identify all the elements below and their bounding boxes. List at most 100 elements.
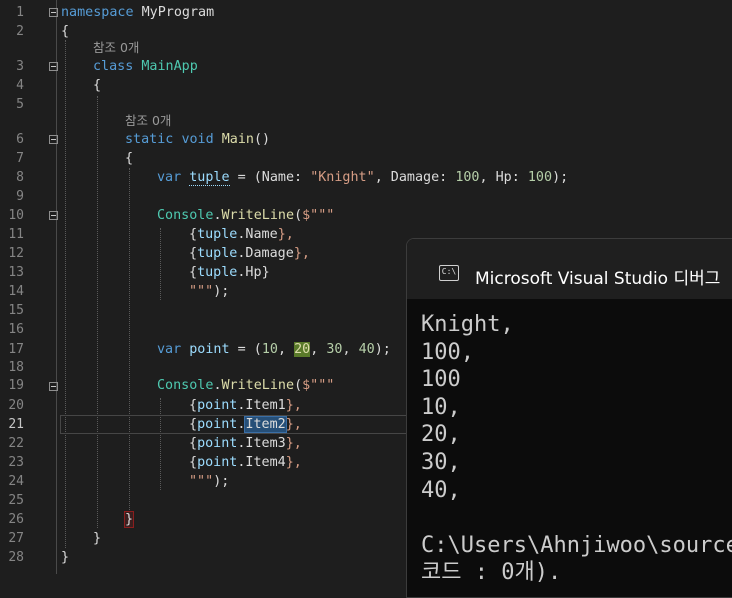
code-line-27[interactable]: } — [93, 529, 101, 548]
line-number: 27 — [8, 531, 24, 546]
interpolation-brace: { — [189, 227, 198, 242]
code-text: ( — [294, 378, 303, 393]
line-number: 17 — [8, 342, 24, 357]
variable-name: point — [197, 417, 238, 432]
line-number: 2 — [16, 24, 24, 39]
code-line-3[interactable]: class MainApp — [93, 57, 198, 76]
keyword: class — [93, 59, 134, 74]
member-name: .Hp — [237, 265, 262, 280]
console-output-line: 10, — [421, 394, 461, 420]
line-number: 3 — [16, 59, 24, 74]
member-name: .Name — [237, 227, 278, 242]
line-number: 5 — [16, 97, 24, 112]
line-number: 25 — [8, 493, 24, 508]
code-line-21[interactable]: {point.Item2}, — [189, 415, 302, 434]
variable-name: point — [197, 436, 238, 451]
console-output-line: C:\Users\Ahnjiwoo\source — [421, 532, 732, 558]
fold-toggle-icon[interactable] — [49, 135, 58, 144]
fold-toggle-icon[interactable] — [49, 62, 58, 71]
debug-console-window[interactable]: C:\ Microsoft Visual Studio 디버그 Knight, 1… — [406, 238, 732, 598]
code-line-28[interactable]: } — [61, 548, 69, 567]
code-text: , — [310, 342, 327, 357]
line-number: 18 — [8, 360, 24, 375]
code-line-14[interactable]: """); — [189, 282, 229, 301]
fold-toggle-icon[interactable] — [49, 211, 58, 220]
console-output-line: Knight, — [421, 312, 514, 337]
code-text: , — [277, 342, 295, 357]
interpolation-brace: { — [189, 417, 198, 432]
code-line-13[interactable]: {tuple.Hp} — [189, 263, 270, 282]
code-line-11[interactable]: {tuple.Name}, — [189, 225, 294, 244]
interpolation-close: }, — [285, 455, 302, 470]
interpolation-brace: { — [189, 246, 198, 261]
interpolation-close: }, — [285, 398, 302, 413]
code-line-23[interactable]: {point.Item4}, — [189, 453, 302, 472]
string-literal: """ — [189, 474, 214, 489]
code-text: ); — [374, 342, 391, 357]
method-name: WriteLine — [221, 208, 295, 223]
code-text: . — [213, 208, 222, 223]
method-name: Main — [221, 132, 254, 147]
variable-name: point — [197, 398, 238, 413]
interpolation-close: }, — [285, 436, 302, 451]
member-name: .Item3 — [237, 436, 286, 451]
number-literal: 100 — [527, 170, 553, 185]
indent-guide — [160, 228, 161, 300]
code-text: () — [254, 132, 271, 147]
code-line-2[interactable]: { — [61, 22, 69, 41]
highlighted-number-literal: 20 — [294, 342, 311, 357]
line-number: 6 — [16, 132, 24, 147]
class-name: Console — [157, 208, 214, 223]
interpolation-close: }, — [293, 246, 310, 261]
interpolation-brace: { — [189, 265, 198, 280]
line-number: 21 — [8, 417, 24, 432]
line-number: 28 — [8, 550, 24, 565]
keyword: var — [157, 170, 182, 185]
code-text: , Damage: — [374, 170, 456, 185]
code-text: = ( — [229, 342, 262, 357]
code-text: , Hp: — [479, 170, 528, 185]
line-number: 13 — [8, 265, 24, 280]
line-number: 15 — [8, 303, 24, 318]
code-text: ); — [213, 474, 230, 489]
console-output-line: 30, — [421, 449, 461, 475]
reference-count-label[interactable]: 참조 0개 — [125, 111, 171, 130]
fold-toggle-icon[interactable] — [49, 382, 58, 391]
code-line-20[interactable]: {point.Item1}, — [189, 396, 302, 415]
code-line-17[interactable]: var point = (10, 20, 30, 40); — [157, 340, 391, 359]
console-output-line: 20, — [421, 422, 461, 448]
line-number: 19 — [8, 378, 24, 393]
fold-toggle-icon[interactable] — [49, 8, 58, 17]
line-number: 1 — [16, 5, 24, 20]
matched-brace: } — [123, 511, 135, 528]
line-number: 12 — [8, 246, 24, 261]
code-line-6[interactable]: static void Main() — [125, 130, 270, 149]
interpolation-brace: { — [189, 398, 198, 413]
line-number: 4 — [16, 78, 24, 93]
variable-name: tuple — [197, 227, 238, 242]
console-titlebar[interactable]: C:\ Microsoft Visual Studio 디버그 — [407, 239, 732, 299]
code-line-10[interactable]: Console.WriteLine($""" — [157, 206, 334, 225]
console-output[interactable]: Knight, 100, 100 10, 20, 30, 40, C:\Users\Ahnji… — [421, 311, 732, 587]
line-number: 20 — [8, 398, 24, 413]
console-output-line: 40, — [421, 477, 461, 503]
code-line-4[interactable]: { — [93, 76, 101, 95]
line-number: 11 — [8, 227, 24, 242]
line-number: 7 — [16, 151, 24, 166]
code-line-8[interactable]: var tuple = (Name: "Knight", Damage: 100… — [157, 168, 568, 187]
keyword: static — [125, 132, 174, 147]
number-literal: 10 — [261, 342, 278, 357]
code-line-7[interactable]: { — [125, 149, 133, 168]
code-line-12[interactable]: {tuple.Damage}, — [189, 244, 310, 263]
reference-count-label[interactable]: 참조 0개 — [93, 38, 139, 57]
string-literal: """ — [189, 284, 214, 299]
number-literal: 100 — [455, 170, 480, 185]
code-line-22[interactable]: {point.Item3}, — [189, 434, 302, 453]
code-line-24[interactable]: """); — [189, 472, 229, 491]
indent-guide — [129, 168, 130, 510]
console-output-line: 100, — [421, 339, 474, 365]
code-line-1[interactable]: namespace MyProgram — [61, 3, 214, 22]
code-line-19[interactable]: Console.WriteLine($""" — [157, 376, 334, 395]
code-line-26[interactable]: } — [123, 510, 135, 529]
